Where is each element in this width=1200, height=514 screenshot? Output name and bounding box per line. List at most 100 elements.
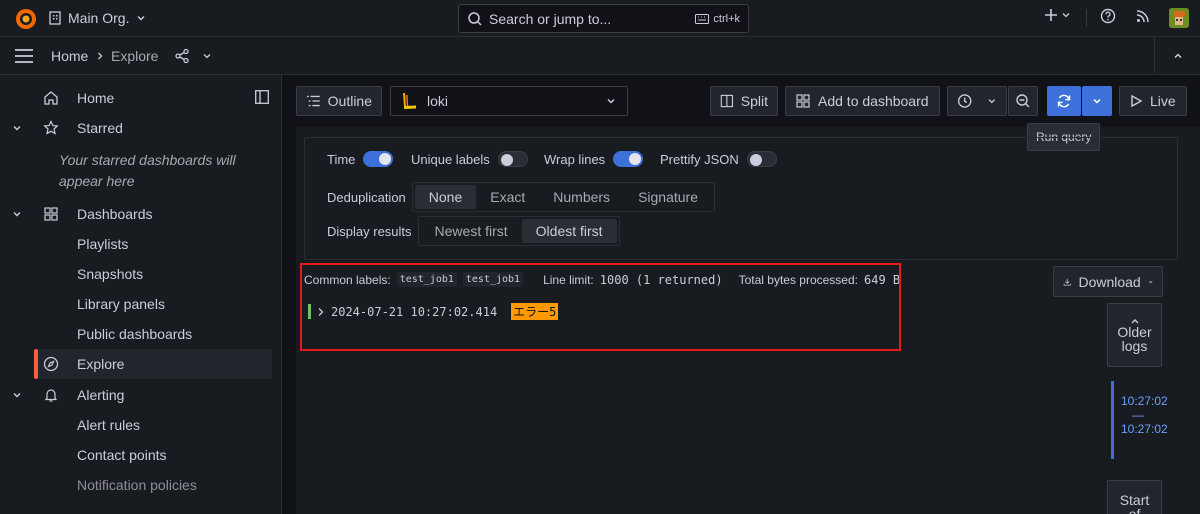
time-picker-button[interactable] <box>947 86 1007 116</box>
sidebar-item-starred[interactable]: Starred <box>0 113 281 143</box>
dedup-option-none[interactable]: None <box>414 185 477 209</box>
live-button[interactable]: Live <box>1119 86 1187 116</box>
time-switch[interactable] <box>363 151 394 167</box>
prettify-json-switch[interactable] <box>746 151 777 167</box>
download-button[interactable]: Download <box>1053 266 1163 297</box>
search-input[interactable]: Search or jump to... ctrl+k <box>458 4 749 33</box>
list-icon <box>306 95 320 107</box>
range-separator: — <box>1132 408 1144 422</box>
prettify-json-toggle[interactable]: Prettify JSON <box>660 151 777 167</box>
older-logs-label: logs <box>1121 338 1148 354</box>
older-logs-label: Older <box>1117 324 1152 340</box>
apps-icon <box>44 207 58 221</box>
older-logs-button[interactable]: Older logs <box>1107 303 1162 367</box>
chevron-down-icon <box>607 99 615 104</box>
prettify-json-label: Prettify JSON <box>660 151 739 167</box>
sidebar-item-label: Playlists <box>77 236 129 252</box>
play-icon <box>1131 94 1143 108</box>
dedup-option-numbers[interactable]: Numbers <box>539 185 624 209</box>
menu-icon[interactable] <box>14 48 34 64</box>
sidebar-item-label: Snapshots <box>77 266 144 282</box>
start-label: of <box>1128 506 1141 514</box>
starred-empty-message: Your starred dashboards will appear here <box>59 152 236 189</box>
compass-icon <box>43 356 59 372</box>
sidebar-item-notification-policies[interactable]: Notification policies <box>0 470 281 500</box>
sidebar-item-playlists[interactable]: Playlists <box>0 229 281 259</box>
collapse-header-button[interactable] <box>1154 37 1200 75</box>
sidebar: Home Starred Your starred dashboards wil… <box>0 75 282 514</box>
start-of-range-button[interactable]: Start of <box>1107 480 1162 514</box>
chevron-down-icon <box>1062 13 1070 18</box>
apps-icon <box>796 94 810 108</box>
start-label: Start <box>1119 492 1150 508</box>
chevron-down-icon[interactable] <box>11 122 23 134</box>
display-option-newest-first[interactable]: Newest first <box>421 219 522 243</box>
split-button[interactable]: Split <box>710 86 778 116</box>
sidebar-item-label: Notification policies <box>77 477 197 493</box>
grafana-logo-icon[interactable] <box>14 7 38 31</box>
org-switcher[interactable]: Main Org. <box>48 10 147 26</box>
sidebar-item-label: Alert rules <box>77 417 141 433</box>
sidebar-item-dashboards[interactable]: Dashboards <box>0 199 281 229</box>
unique-labels-switch[interactable] <box>497 151 528 167</box>
sidebar-item-alerting[interactable]: Alerting <box>0 380 281 410</box>
keyboard-icon <box>695 13 710 24</box>
building-icon <box>49 11 61 25</box>
deduplication-label: Deduplication <box>327 189 406 205</box>
breadcrumb-current: Explore <box>111 48 159 64</box>
sidebar-item-label: Dashboards <box>77 206 153 222</box>
display-results-control: Display results Newest first Oldest firs… <box>327 216 620 246</box>
download-icon <box>1063 278 1071 286</box>
deduplication-control: Deduplication None Exact Numbers Signatu… <box>327 182 715 212</box>
wrap-lines-toggle[interactable]: Wrap lines <box>544 151 644 167</box>
datasource-picker[interactable]: loki <box>390 86 628 116</box>
sidebar-item-contact-points[interactable]: Contact points <box>0 440 281 470</box>
sidebar-item-public-dashboards[interactable]: Public dashboards <box>0 319 281 349</box>
chevron-down-icon[interactable] <box>11 208 23 220</box>
sidebar-item-explore[interactable]: Explore <box>34 349 272 379</box>
wrap-lines-label: Wrap lines <box>544 151 606 167</box>
divider <box>1086 9 1087 27</box>
sidebar-item-library-panels[interactable]: Library panels <box>0 289 281 319</box>
top-bar: Main Org. Search or jump to... ctrl+k <box>0 0 1200 37</box>
avatar[interactable] <box>1169 8 1189 28</box>
annotation-highlight-box <box>300 263 901 351</box>
chevron-up-icon <box>1173 53 1182 59</box>
zoom-out-button[interactable] <box>1008 86 1038 116</box>
chevron-down-icon <box>988 99 996 104</box>
outline-button[interactable]: Outline <box>296 86 382 116</box>
split-label: Split <box>740 93 768 109</box>
sidebar-item-home[interactable]: Home <box>0 83 281 113</box>
share-icon[interactable] <box>174 48 190 64</box>
search-icon <box>468 11 482 26</box>
time-toggle-label: Time <box>327 151 356 167</box>
help-icon[interactable] <box>1100 8 1116 24</box>
breadcrumb-home[interactable]: Home <box>51 48 88 64</box>
sidebar-item-alert-rules[interactable]: Alert rules <box>0 410 281 440</box>
clock-icon <box>957 94 972 108</box>
loki-icon <box>403 93 416 109</box>
log-options: Time Unique labels Wrap lines Prettify J… <box>304 137 1178 260</box>
columns-icon <box>720 94 734 108</box>
rss-icon[interactable] <box>1135 8 1151 24</box>
zoom-out-icon <box>1016 94 1030 108</box>
add-to-dashboard-button[interactable]: Add to dashboard <box>785 86 940 116</box>
time-toggle[interactable]: Time <box>327 151 394 167</box>
chevron-down-icon[interactable] <box>202 51 212 61</box>
display-option-oldest-first[interactable]: Oldest first <box>521 219 617 243</box>
sidebar-item-label: Home <box>77 90 115 106</box>
sidebar-item-snapshots[interactable]: Snapshots <box>0 259 281 289</box>
new-menu[interactable] <box>1044 8 1071 22</box>
datasource-name: loki <box>427 93 449 109</box>
sync-icon <box>1057 94 1071 108</box>
outline-label: Outline <box>327 93 372 109</box>
sidebar-item-label: Alerting <box>77 387 125 403</box>
chevron-down-icon[interactable] <box>11 389 23 401</box>
run-query-button[interactable] <box>1047 86 1081 116</box>
unique-labels-toggle[interactable]: Unique labels <box>411 151 528 167</box>
plus-icon <box>1045 9 1057 21</box>
dedup-option-exact[interactable]: Exact <box>476 185 539 209</box>
refresh-interval-dropdown[interactable] <box>1082 86 1112 116</box>
wrap-lines-switch[interactable] <box>613 151 644 167</box>
dedup-option-signature[interactable]: Signature <box>624 185 712 209</box>
